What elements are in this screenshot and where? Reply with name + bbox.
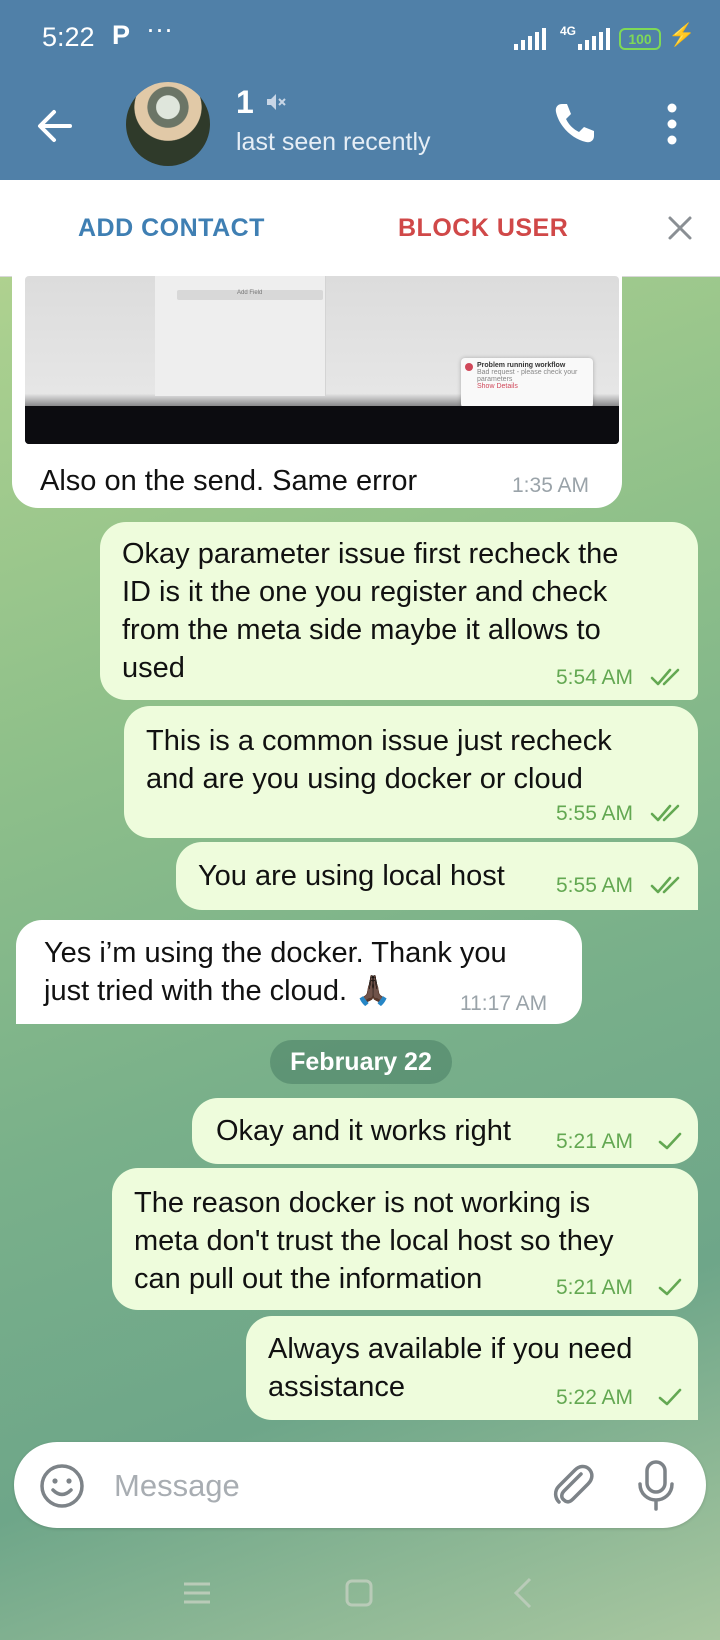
home-icon[interactable] bbox=[344, 1578, 374, 1608]
back-arrow-icon[interactable] bbox=[30, 98, 86, 154]
message-text: The reason docker is not working is meta… bbox=[134, 1187, 614, 1295]
block-user-button[interactable]: BLOCK USER bbox=[398, 214, 568, 243]
chat-header: 1 last seen recently bbox=[0, 76, 720, 180]
message-text: Also on the send. Same error bbox=[40, 465, 418, 497]
double-check-icon bbox=[650, 668, 680, 686]
single-check-icon bbox=[658, 1388, 682, 1406]
chat-title[interactable]: 1 bbox=[236, 84, 254, 121]
charging-icon: ⚡ bbox=[668, 22, 696, 47]
photo-attachment[interactable]: Add Field Problem running workflow Bad r… bbox=[25, 276, 619, 444]
message-composer bbox=[14, 1442, 706, 1528]
message-time: 5:22 AM bbox=[556, 1386, 634, 1409]
message-time: 5:55 AM bbox=[556, 802, 634, 825]
avatar[interactable] bbox=[126, 82, 210, 166]
message-time: 5:21 AM bbox=[556, 1276, 634, 1299]
toast-link: Show Details bbox=[477, 383, 518, 390]
battery-icon: 100 bbox=[619, 28, 661, 50]
toast-body: Bad request - please check your paramete… bbox=[477, 369, 578, 383]
screenshot-bezel bbox=[25, 406, 619, 444]
message-input[interactable] bbox=[112, 1460, 536, 1512]
nav-back-icon[interactable] bbox=[510, 1576, 536, 1610]
status-bar: 5:22 P ··· 4G 100 ⚡ bbox=[0, 0, 720, 76]
status-time: 5:22 bbox=[42, 22, 95, 52]
message-time: 5:55 AM bbox=[556, 874, 634, 897]
more-notifications-icon: ··· bbox=[146, 14, 173, 44]
date-separator: February 22 bbox=[270, 1040, 452, 1084]
message-time: 11:17 AM bbox=[460, 992, 548, 1015]
message-text: Okay parameter issue first recheck the I… bbox=[122, 538, 619, 684]
signal-icon-2 bbox=[578, 28, 610, 50]
system-navigation-bar bbox=[0, 1550, 720, 1640]
double-check-icon bbox=[650, 876, 680, 894]
p-notification-icon: P bbox=[112, 20, 131, 50]
paperclip-icon[interactable] bbox=[548, 1460, 598, 1510]
double-check-icon bbox=[650, 804, 680, 822]
single-check-icon bbox=[658, 1132, 682, 1150]
microphone-icon[interactable] bbox=[634, 1458, 678, 1512]
error-toast: Problem running workflow Bad request - p… bbox=[461, 358, 593, 408]
message-text: Yes i’m using the docker. Thank you just… bbox=[44, 937, 507, 1007]
signal-icon bbox=[514, 28, 546, 50]
network-type: 4G bbox=[560, 24, 577, 38]
toast-title: Problem running workflow bbox=[477, 362, 566, 369]
message-text: Okay and it works right bbox=[216, 1115, 511, 1147]
message-text: You are using local host bbox=[198, 860, 505, 892]
screenshot-field-label: Add Field bbox=[237, 290, 263, 296]
close-icon[interactable] bbox=[664, 212, 696, 244]
message-text: This is a common issue just recheck and … bbox=[146, 725, 612, 795]
recents-icon[interactable] bbox=[182, 1580, 212, 1606]
phone-icon[interactable] bbox=[548, 98, 600, 150]
emoji-icon[interactable] bbox=[38, 1462, 86, 1510]
more-vertical-icon[interactable] bbox=[654, 98, 690, 150]
single-check-icon bbox=[658, 1278, 682, 1296]
message-time: 1:35 AM bbox=[512, 474, 590, 497]
muted-icon bbox=[267, 94, 286, 110]
message-time: 5:54 AM bbox=[556, 666, 634, 689]
message-time: 5:21 AM bbox=[556, 1130, 634, 1153]
last-seen-status: last seen recently bbox=[236, 128, 431, 156]
add-contact-button[interactable]: ADD CONTACT bbox=[78, 214, 265, 243]
